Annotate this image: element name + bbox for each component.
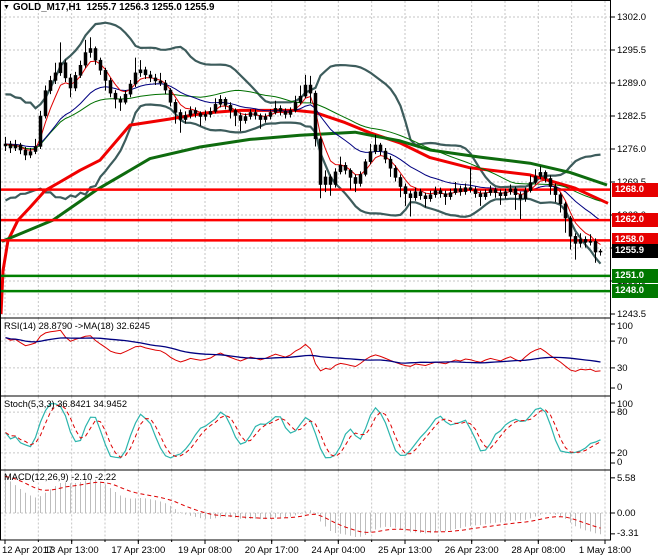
current-ohlc: 1255.7 1256.3 1255.0 1255.9 (86, 2, 215, 13)
symbol-dropdown-icon[interactable]: ▼ (3, 4, 10, 11)
macd-panel-label: MACD(12,26,9) -2.10 -2.22 (4, 472, 117, 482)
chart-title: ▼ GOLD_M17,H1 1255.7 1256.3 1255.0 1255.9 (3, 2, 214, 13)
main-panel[interactable] (0, 0, 611, 319)
mt4-chart-window: 1302.0 1295.5 1289.0 1282.5 1276.0 1269.5 1263… (0, 0, 660, 560)
symbol-timeframe: GOLD_M17,H1 (12, 2, 81, 13)
stoch-panel-label: Stoch(5,3,3) 36.8421 34.9452 (4, 399, 128, 409)
price-axis-column[interactable] (611, 0, 660, 560)
rsi-panel-label: RSI(14) 28.8790 ->MA(18) 32.6245 (4, 321, 150, 331)
